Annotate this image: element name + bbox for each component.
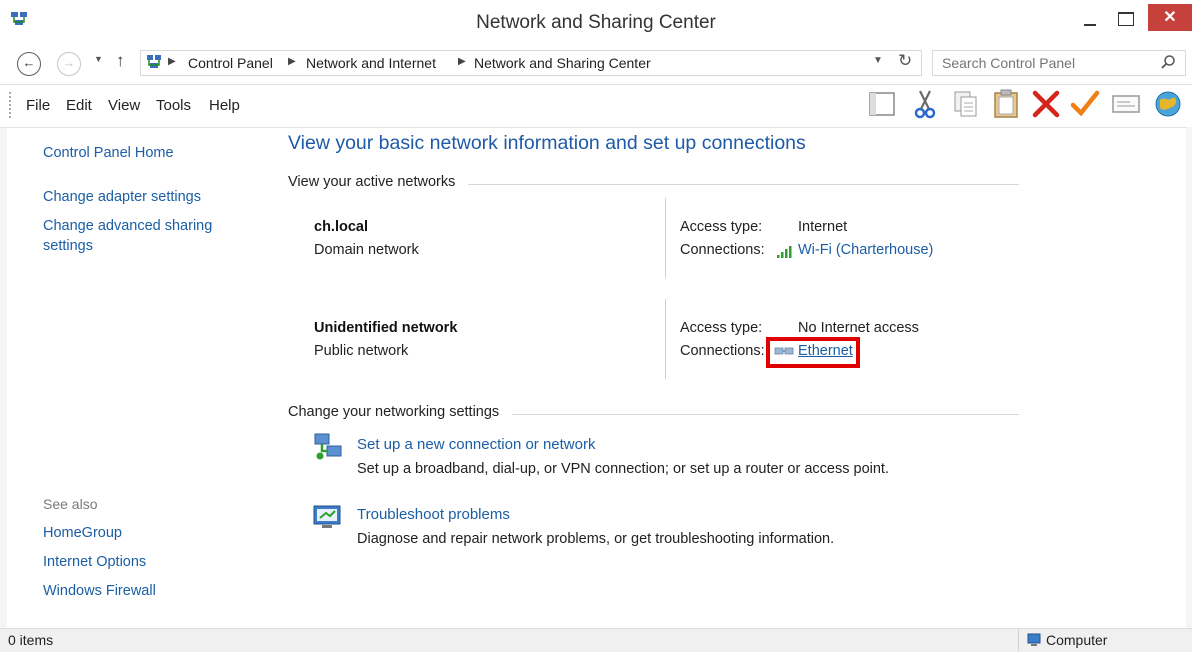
section-divider bbox=[512, 414, 1019, 415]
network-name: Unidentified network bbox=[314, 320, 458, 336]
menu-view[interactable]: View bbox=[108, 97, 140, 114]
search-icon[interactable] bbox=[1160, 54, 1176, 70]
minimize-button[interactable] bbox=[1072, 6, 1108, 32]
sidebar-internet-options[interactable]: Internet Options bbox=[43, 552, 146, 572]
access-type-label: Access type: bbox=[680, 219, 763, 235]
sidebar-change-advanced-sharing-settings[interactable]: Change advanced sharing settings bbox=[43, 216, 243, 256]
wifi-connection-link[interactable]: Wi-Fi (Charterhouse) bbox=[798, 242, 933, 258]
close-button[interactable]: ✕ bbox=[1148, 4, 1192, 31]
setup-connection-description: Set up a broadband, dial-up, or VPN conn… bbox=[357, 461, 889, 477]
window-right-edge bbox=[1186, 127, 1192, 628]
breadcrumb-separator-icon: ▶ bbox=[288, 56, 296, 67]
control-panel-icon bbox=[147, 55, 161, 68]
cut-icon[interactable] bbox=[909, 88, 941, 120]
menu-tools[interactable]: Tools bbox=[156, 97, 191, 114]
network-name: ch.local bbox=[314, 219, 368, 235]
globe-icon[interactable] bbox=[1152, 88, 1184, 120]
network-type: Public network bbox=[314, 343, 409, 359]
network-divider bbox=[665, 198, 666, 278]
access-type-value: No Internet access bbox=[798, 320, 919, 336]
network-divider bbox=[665, 299, 666, 379]
delete-icon[interactable] bbox=[1030, 88, 1062, 120]
breadcrumb-separator-icon: ▶ bbox=[168, 56, 176, 67]
connections-label: Connections: bbox=[680, 343, 765, 359]
computer-icon bbox=[1027, 633, 1041, 646]
troubleshoot-description: Diagnose and repair network problems, or… bbox=[357, 531, 835, 547]
refresh-icon[interactable]: ↻ bbox=[898, 51, 912, 71]
access-type-label: Access type: bbox=[680, 320, 763, 336]
troubleshoot-icon bbox=[313, 505, 341, 528]
network-type: Domain network bbox=[314, 242, 419, 258]
status-location: Computer bbox=[1046, 632, 1108, 648]
section-divider bbox=[468, 184, 1019, 185]
breadcrumb-network-and-internet[interactable]: Network and Internet bbox=[306, 55, 436, 71]
rename-icon[interactable] bbox=[1110, 88, 1142, 120]
search-input[interactable] bbox=[942, 55, 1152, 71]
breadcrumb-control-panel[interactable]: Control Panel bbox=[188, 55, 273, 71]
forward-button[interactable]: → bbox=[57, 52, 81, 76]
highlight-annotation bbox=[766, 337, 860, 368]
paste-icon[interactable] bbox=[990, 88, 1022, 120]
recent-locations-chevron-icon[interactable]: ▼ bbox=[94, 54, 103, 64]
status-bar bbox=[0, 628, 1192, 652]
setup-connection-link[interactable]: Set up a new connection or network bbox=[357, 436, 595, 453]
page-title: View your basic network information and … bbox=[288, 132, 806, 154]
back-button[interactable]: ← bbox=[17, 52, 41, 76]
menu-help[interactable]: Help bbox=[209, 97, 240, 114]
new-connection-icon bbox=[314, 433, 342, 460]
check-icon[interactable] bbox=[1069, 88, 1101, 120]
status-item-count: 0 items bbox=[8, 632, 54, 648]
access-type-value: Internet bbox=[798, 219, 848, 235]
sidebar-change-adapter-settings[interactable]: Change adapter settings bbox=[43, 187, 201, 207]
sidebar-control-panel-home[interactable]: Control Panel Home bbox=[43, 143, 174, 163]
address-dropdown-icon[interactable]: ▼ bbox=[873, 55, 883, 66]
breadcrumb-network-and-sharing-center[interactable]: Network and Sharing Center bbox=[474, 55, 651, 71]
active-networks-label: View your active networks bbox=[288, 174, 456, 190]
copy-icon[interactable] bbox=[950, 88, 982, 120]
up-arrow-icon[interactable]: ↑ bbox=[116, 51, 125, 71]
troubleshoot-link[interactable]: Troubleshoot problems bbox=[357, 506, 510, 523]
networking-settings-label: Change your networking settings bbox=[288, 404, 500, 420]
menu-edit[interactable]: Edit bbox=[66, 97, 92, 114]
window-title: Network and Sharing Center bbox=[476, 12, 716, 33]
layout-icon[interactable] bbox=[866, 88, 898, 120]
menu-file[interactable]: File bbox=[26, 97, 50, 114]
sidebar-windows-firewall[interactable]: Windows Firewall bbox=[43, 581, 156, 601]
connections-label: Connections: bbox=[680, 242, 765, 258]
sidebar-homegroup[interactable]: HomeGroup bbox=[43, 523, 122, 543]
status-divider bbox=[1018, 629, 1019, 651]
breadcrumb-separator-icon: ▶ bbox=[458, 56, 466, 67]
maximize-button[interactable] bbox=[1108, 6, 1144, 32]
wifi-signal-icon bbox=[777, 246, 792, 258]
see-also-label: See also bbox=[43, 496, 98, 512]
menu-grip[interactable] bbox=[9, 92, 15, 118]
